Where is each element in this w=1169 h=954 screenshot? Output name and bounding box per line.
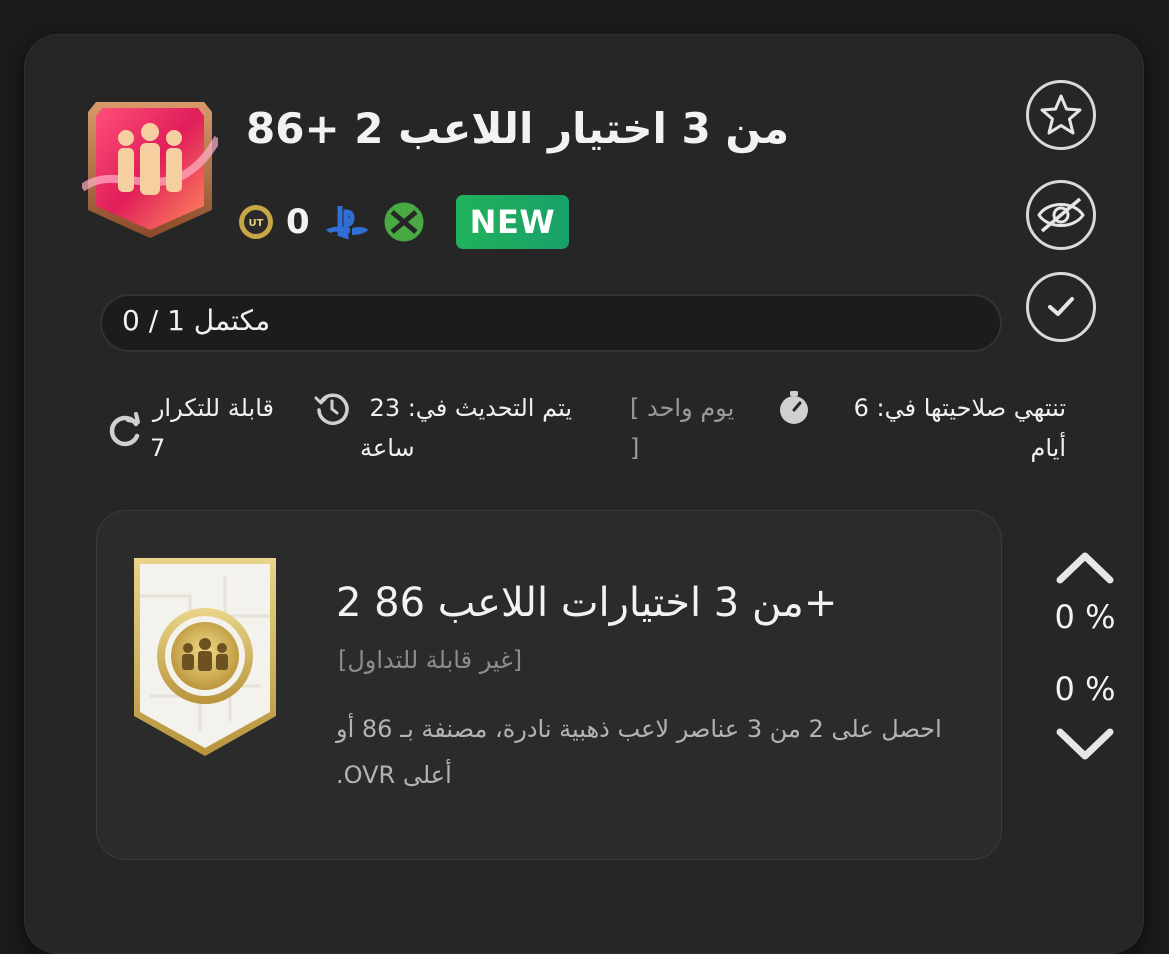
gold-pack-icon (134, 558, 276, 756)
check-icon (1048, 297, 1074, 316)
repeatable-count: 7 (150, 434, 166, 462)
reward-title: +من 3 اختيارات اللاعب 86 2 (336, 580, 838, 626)
refresh-label: يتم التحديث في: 23 (369, 394, 572, 422)
repeatable-info: قابلة للتكرار 7 (150, 388, 274, 468)
history-icon (314, 393, 349, 425)
eye-off-icon (1037, 197, 1085, 233)
expires-info: تنتهي صلاحيتها في: 6 أيام (820, 388, 1066, 468)
player-pick-badge-icon (82, 102, 218, 238)
chevron-up-icon[interactable] (1056, 548, 1114, 586)
xbox-icon (384, 202, 424, 242)
expires-unit: أيام (1030, 434, 1066, 462)
reward-description: احصل على 2 من 3 عناصر لاعب ذهبية نادرة، … (336, 715, 942, 789)
complete-button[interactable] (1026, 272, 1096, 342)
playstation-icon (325, 206, 368, 240)
duration-close: ] (630, 434, 640, 462)
duration-info: [ يوم واحد ] (630, 388, 742, 468)
progress-text: مكتمل 1 / 0 (122, 304, 271, 337)
repeat-icon (109, 412, 140, 447)
upvote-percent: 0 % (1054, 598, 1116, 636)
objective-meta-row: UT 0 NEW (238, 192, 570, 252)
svg-text:UT: UT (249, 218, 264, 229)
refresh-unit: ساعة (360, 434, 415, 462)
expires-label: تنتهي صلاحيتها في: 6 (853, 394, 1066, 422)
repeatable-label: قابلة للتكرار (152, 394, 274, 422)
new-badge: NEW (455, 195, 570, 249)
refresh-info: يتم التحديث في: 23 ساعة (360, 388, 572, 468)
stopwatch-icon (780, 391, 808, 424)
star-icon (1040, 94, 1082, 135)
objective-title: من 3 اختيار اللاعب 2 +86 (246, 104, 790, 153)
chevron-down-icon[interactable] (1056, 726, 1114, 764)
progress-bar: مكتمل 1 / 0 (100, 294, 1002, 352)
ut-coin-icon: UT (239, 205, 273, 239)
favorite-button[interactable] (1026, 80, 1096, 150)
hide-button[interactable] (1026, 180, 1096, 250)
downvote-percent: 0 % (1054, 670, 1116, 708)
reward-subtitle: [غير قابلة للتداول] (338, 646, 523, 674)
duration-label: [ يوم واحد (630, 394, 735, 422)
coin-count: 0 (286, 202, 310, 242)
